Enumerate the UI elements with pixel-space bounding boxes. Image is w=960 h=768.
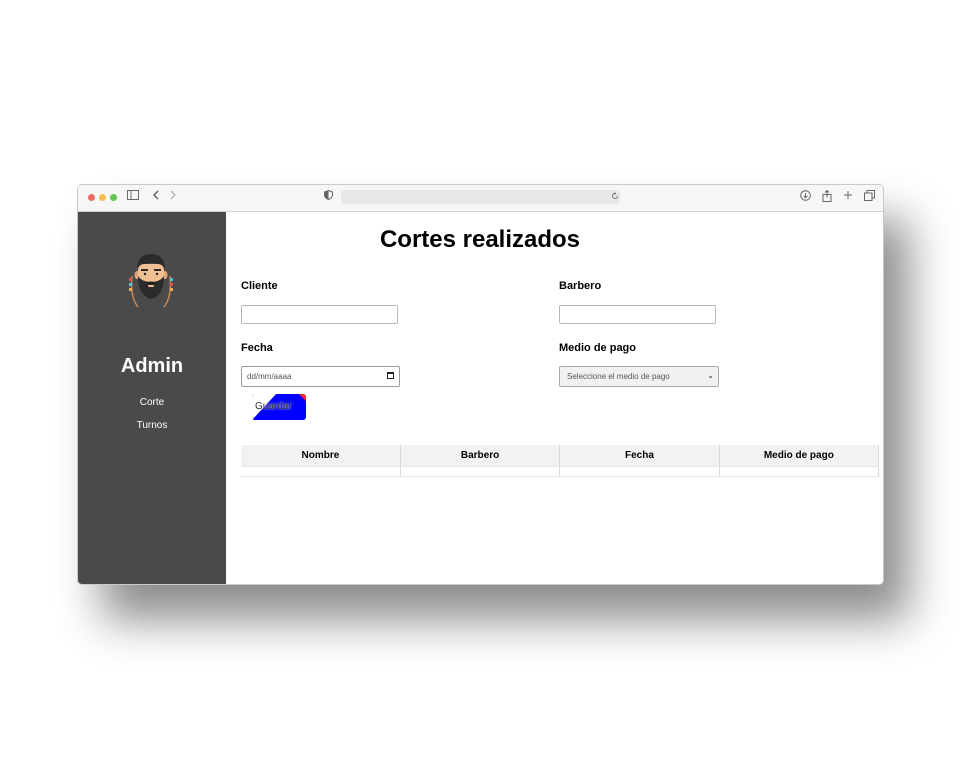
medio-de-pago-label: Medio de pago bbox=[559, 342, 636, 354]
table-cell bbox=[241, 466, 401, 477]
table-header-row: Nombre Barbero Fecha Medio de pago bbox=[241, 445, 880, 467]
chevron-down-icon: ⌄ bbox=[707, 371, 714, 380]
cliente-label: Cliente bbox=[241, 280, 278, 292]
reload-icon[interactable] bbox=[608, 190, 622, 204]
minimize-window-button[interactable] bbox=[99, 194, 106, 201]
column-header-nombre[interactable]: Nombre bbox=[241, 445, 401, 467]
sidebar: Admin Corte Turnos bbox=[78, 212, 226, 584]
medio-de-pago-selected: Seleccione el medio de pago bbox=[567, 372, 670, 381]
browser-window: Admin Corte Turnos Cortes realizados Cli… bbox=[77, 184, 884, 585]
table-row-empty bbox=[241, 466, 880, 477]
fecha-date-input[interactable]: dd/mm/aaaa bbox=[241, 366, 400, 387]
close-window-button[interactable] bbox=[88, 194, 95, 201]
zoom-window-button[interactable] bbox=[110, 194, 117, 201]
cliente-input[interactable] bbox=[241, 305, 398, 324]
barbero-label: Barbero bbox=[559, 280, 602, 292]
table-cell bbox=[559, 466, 720, 477]
barbero-input[interactable] bbox=[559, 305, 716, 324]
fecha-label: Fecha bbox=[241, 342, 273, 354]
back-icon[interactable] bbox=[149, 190, 163, 204]
nav-link-corte[interactable]: Corte bbox=[78, 397, 226, 408]
address-bar[interactable] bbox=[341, 190, 620, 204]
save-button-label: Guardar bbox=[255, 401, 292, 412]
sidebar-toggle-icon[interactable] bbox=[126, 190, 140, 204]
column-header-fecha[interactable]: Fecha bbox=[559, 445, 720, 467]
tabs-overview-icon[interactable] bbox=[862, 190, 876, 204]
save-button[interactable]: Guardar bbox=[252, 394, 306, 420]
shield-icon bbox=[321, 189, 335, 204]
column-header-barbero[interactable]: Barbero bbox=[400, 445, 561, 467]
calendar-icon[interactable] bbox=[387, 372, 394, 379]
forward-icon[interactable] bbox=[166, 190, 180, 204]
sidebar-title: Admin bbox=[120, 355, 184, 377]
main-content: Cortes realizados Cliente Barbero Fecha … bbox=[226, 212, 883, 584]
barber-avatar-logo bbox=[126, 252, 176, 314]
page-title: Cortes realizados bbox=[379, 226, 581, 253]
download-icon[interactable] bbox=[798, 190, 812, 204]
column-header-medio-de-pago[interactable]: Medio de pago bbox=[719, 445, 880, 467]
browser-toolbar bbox=[78, 185, 883, 212]
share-icon[interactable] bbox=[820, 189, 834, 204]
nav-link-turnos[interactable]: Turnos bbox=[78, 420, 226, 431]
cortes-table: Nombre Barbero Fecha Medio de pago bbox=[241, 445, 880, 477]
table-cell bbox=[400, 466, 561, 477]
table-cell bbox=[719, 466, 880, 477]
new-tab-icon[interactable] bbox=[841, 190, 855, 204]
fecha-placeholder: dd/mm/aaaa bbox=[247, 372, 292, 381]
button-corner-decoration bbox=[299, 394, 306, 401]
medio-de-pago-select[interactable]: Seleccione el medio de pago ⌄ bbox=[559, 366, 719, 387]
